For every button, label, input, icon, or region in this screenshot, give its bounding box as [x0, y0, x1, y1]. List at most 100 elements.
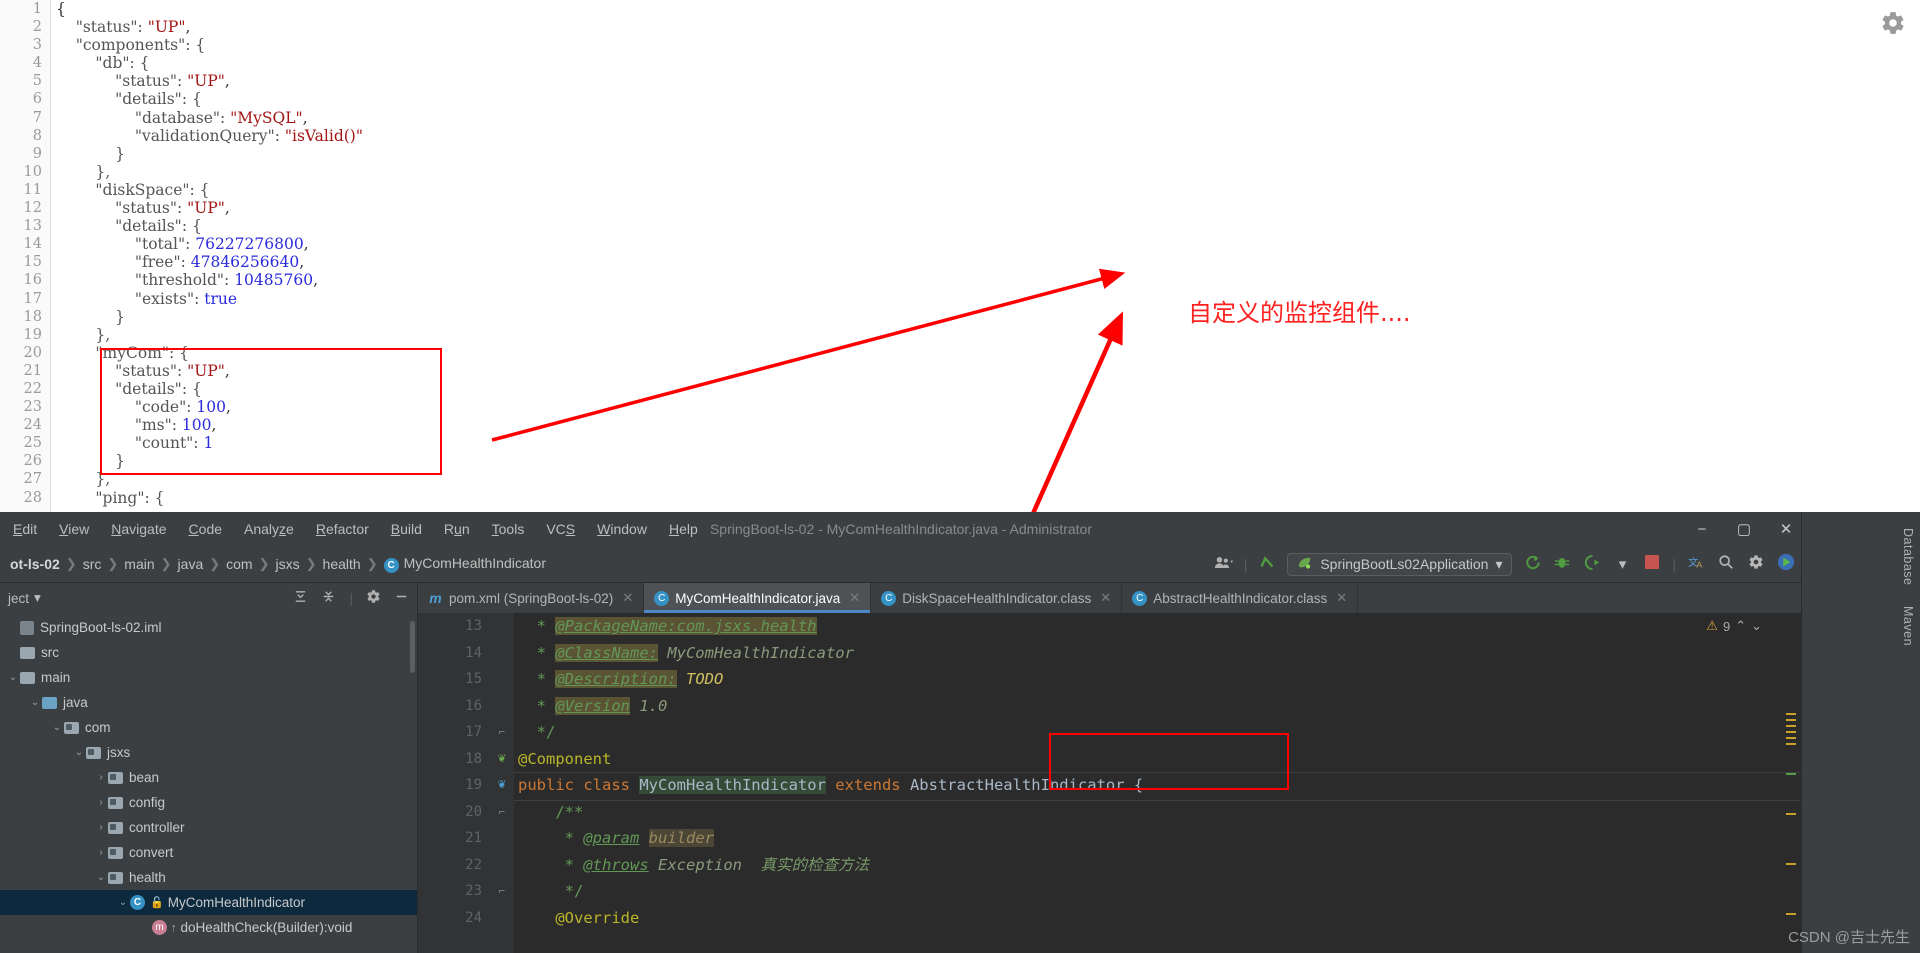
menu-item-navigate[interactable]: Navigate	[100, 518, 177, 540]
menu-item-window[interactable]: Window	[586, 518, 658, 540]
code-editor[interactable]: 13 14 15 16 17 18 19 20 21 22 23 24 ⌐ ❦ ❦ ⌐ ⌐ * @Packag…	[418, 613, 1802, 953]
json-line: },	[56, 325, 111, 344]
chevron-down-icon[interactable]: ▾	[1612, 555, 1632, 573]
window-controls: − ▢ ✕	[1694, 520, 1794, 539]
tree-node-com[interactable]: ⌄ com	[0, 715, 417, 740]
chevron-right-icon[interactable]: ›	[94, 822, 108, 833]
code-fold-icon[interactable]: ⌐	[490, 719, 514, 746]
project-tool-window-header: ject ▾ |	[0, 583, 417, 613]
chevron-down-icon[interactable]: ⌄	[50, 722, 64, 733]
close-tab-icon[interactable]: ✕	[1336, 590, 1347, 606]
editor-tab-abstracthealthindicator-class[interactable]: C AbstractHealthIndicator.class ✕	[1122, 583, 1359, 613]
expand-all-icon[interactable]	[293, 589, 308, 607]
debug-bug-icon[interactable]	[1552, 554, 1572, 574]
editor-tab-pom-xml-springboot-ls-02-[interactable]: m pom.xml (SpringBoot-ls-02) ✕	[418, 583, 645, 613]
next-problem-icon[interactable]: ⌄	[1751, 618, 1762, 634]
editor-tab-mycomhealthindicator-java[interactable]: C MyComHealthIndicator.java ✕	[644, 583, 872, 613]
menu-item-vcs[interactable]: VCS	[535, 518, 586, 540]
json-line-number: 24	[23, 417, 42, 434]
translate-icon[interactable]: 文A	[1686, 554, 1706, 574]
tree-node-label: SpringBoot-ls-02.iml	[40, 620, 162, 635]
breadcrumb-item-jsxs[interactable]: jsxs	[270, 556, 306, 572]
ide-update-icon[interactable]	[1776, 553, 1796, 575]
chevron-right-icon[interactable]: ›	[94, 797, 108, 808]
tree-node-java[interactable]: ⌄ java	[0, 690, 417, 715]
menu-item-run[interactable]: Run	[433, 518, 481, 540]
breadcrumb-item-com[interactable]: com	[220, 556, 258, 572]
chevron-down-icon[interactable]: ⌄	[6, 672, 20, 683]
build-hammer-icon[interactable]	[1257, 553, 1277, 575]
tool-window-database[interactable]: Database	[1898, 522, 1918, 592]
close-button[interactable]: ✕	[1778, 520, 1794, 538]
collapse-all-icon[interactable]	[321, 589, 336, 607]
tree-node-main[interactable]: ⌄ main	[0, 665, 417, 690]
tree-node-dohealthcheck-builder-void[interactable]: m ↑ doHealthCheck(Builder):void	[0, 915, 417, 940]
settings-gear-icon[interactable]	[1746, 554, 1766, 574]
project-tree-scrollbar[interactable]	[410, 621, 415, 673]
project-tree: SpringBoot-ls-02.iml src ⌄ main ⌄ java ⌄ com ⌄ js…	[0, 613, 417, 940]
breadcrumb-item-ot-ls-02[interactable]: ot-ls-02	[4, 556, 66, 572]
close-tab-icon[interactable]: ✕	[849, 590, 860, 606]
breadcrumb-item-main[interactable]: main	[118, 556, 160, 572]
project-view-selector[interactable]: ject ▾	[8, 590, 41, 606]
menu-item-edit[interactable]: Edit	[2, 518, 48, 540]
run-configuration-selector[interactable]: SpringBootLs02Application ▾	[1287, 552, 1513, 576]
code-fold-icon[interactable]: ⌐	[490, 878, 514, 905]
close-tab-icon[interactable]: ✕	[1100, 590, 1111, 606]
menu-item-help[interactable]: Help	[658, 518, 709, 540]
json-line-number: 11	[23, 181, 42, 198]
breadcrumb-item-java[interactable]: java	[172, 556, 210, 572]
tree-node-src[interactable]: src	[0, 640, 417, 665]
stop-icon[interactable]	[1642, 555, 1662, 573]
tree-node-jsxs[interactable]: ⌄ jsxs	[0, 740, 417, 765]
menu-item-analyze[interactable]: Analyze	[233, 518, 305, 540]
tree-node-health[interactable]: ⌄ health	[0, 865, 417, 890]
editor-tab-diskspacehealthindicator-class[interactable]: C DiskSpaceHealthIndicator.class ✕	[871, 583, 1123, 613]
maximize-button[interactable]: ▢	[1736, 520, 1752, 538]
tree-node-controller[interactable]: › controller	[0, 815, 417, 840]
intellij-idea-window: Edit View Navigate Code Analyze Refactor Build…	[0, 512, 1802, 953]
chevron-down-icon[interactable]: ⌄	[94, 872, 108, 883]
tree-node-config[interactable]: › config	[0, 790, 417, 815]
code-fold-icon[interactable]: ⌐	[490, 799, 514, 826]
chevron-down-icon[interactable]: ⌄	[72, 747, 86, 758]
tree-node-convert[interactable]: › convert	[0, 840, 417, 865]
chevron-right-icon[interactable]: ›	[94, 772, 108, 783]
run-icon[interactable]	[1522, 554, 1542, 575]
chevron-right-icon[interactable]: ›	[94, 847, 108, 858]
inspection-warning-widget[interactable]: ⚠ 9 ⌃ ⌄	[1706, 618, 1762, 634]
json-line: "status": "UP",	[56, 199, 230, 218]
tree-node-bean[interactable]: › bean	[0, 765, 417, 790]
user-dropdown-icon[interactable]	[1214, 555, 1234, 574]
editor-code-line: * @param builder	[518, 829, 714, 847]
editor-code-line: */	[518, 882, 584, 900]
previous-problem-icon[interactable]: ⌃	[1735, 618, 1746, 634]
editor-line-number: 13	[465, 618, 482, 634]
close-tab-icon[interactable]: ✕	[622, 590, 633, 606]
search-icon[interactable]	[1716, 554, 1736, 574]
minimize-button[interactable]: −	[1694, 521, 1710, 538]
menu-item-tools[interactable]: Tools	[481, 518, 536, 540]
tree-node-springboot-ls-02-iml[interactable]: SpringBoot-ls-02.iml	[0, 615, 417, 640]
menu-item-refactor[interactable]: Refactor	[305, 518, 380, 540]
menu-item-code[interactable]: Code	[178, 518, 233, 540]
json-line: },	[56, 162, 111, 181]
tree-node-label: MyComHealthIndicator	[167, 895, 306, 910]
chevron-down-icon[interactable]: ⌄	[28, 697, 42, 708]
editor-scroll-markers[interactable]	[1786, 613, 1796, 953]
breadcrumb-item-src[interactable]: src	[77, 556, 108, 572]
gear-icon[interactable]	[1880, 10, 1906, 36]
menu-item-view[interactable]: View	[48, 518, 100, 540]
spring-component-gutter-icon[interactable]: ❦	[490, 772, 514, 799]
tree-node-mycomhealthindicator[interactable]: ⌄ C 🔓 MyComHealthIndicator	[0, 890, 417, 915]
breadcrumb-item-mycomhealthindicator[interactable]: C MyComHealthIndicator	[378, 555, 552, 573]
chevron-down-icon[interactable]: ⌄	[116, 897, 130, 908]
project-settings-gear-icon[interactable]	[366, 589, 381, 607]
spring-bean-gutter-icon[interactable]: ❦	[490, 746, 514, 773]
run-with-coverage-icon[interactable]	[1582, 554, 1602, 575]
breadcrumb-separator: ❯	[366, 556, 378, 571]
hide-panel-icon[interactable]	[394, 589, 409, 607]
menu-item-build[interactable]: Build	[380, 518, 433, 540]
tool-window-maven[interactable]: Maven	[1898, 600, 1918, 652]
breadcrumb-item-health[interactable]: health	[317, 556, 367, 572]
